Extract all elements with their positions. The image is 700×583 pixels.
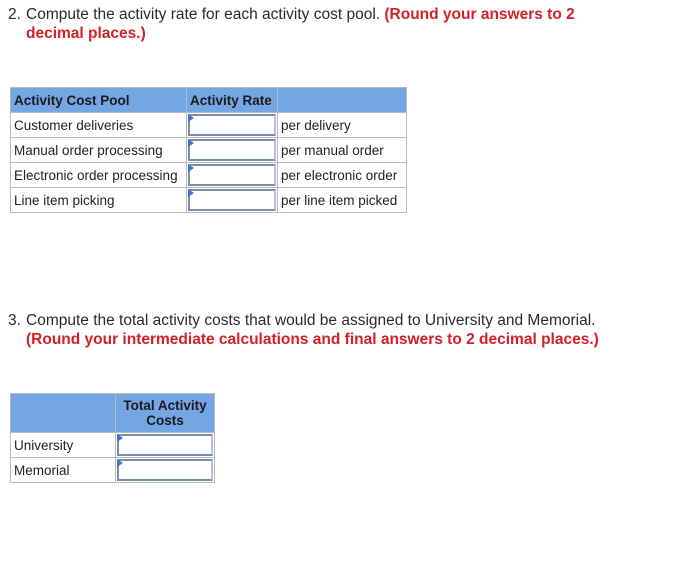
question-3-text: Compute the total activity costs that wo… xyxy=(26,312,596,329)
question-3-instruction: (Round your intermediate calculations an… xyxy=(26,331,599,348)
input-flag-icon xyxy=(188,114,194,122)
table-row: Customer deliveries per delivery xyxy=(10,112,407,138)
input-flag-icon xyxy=(188,164,194,172)
question-2-instruction: (Round your answers to 2 xyxy=(384,6,575,23)
table-row: University xyxy=(10,432,215,458)
question-2-text: Compute the activity rate for each activ… xyxy=(26,6,381,23)
customer-label: University xyxy=(10,432,116,458)
table-header-row: Total Activity Costs xyxy=(10,393,215,433)
activity-rate-input-line-item-picking[interactable] xyxy=(188,189,276,211)
table-header-row: Activity Cost Pool Activity Rate xyxy=(10,87,407,113)
pool-label: Manual order processing xyxy=(10,137,187,163)
unit-label: per delivery xyxy=(277,112,407,138)
input-flag-icon xyxy=(117,459,123,467)
pool-label: Line item picking xyxy=(10,187,187,213)
unit-label: per electronic order xyxy=(277,162,407,188)
table-row: Line item picking per line item picked xyxy=(10,187,407,213)
header-activity-rate: Activity Rate xyxy=(186,87,278,113)
pool-label: Customer deliveries xyxy=(10,112,187,138)
table-row: Electronic order processing per electron… xyxy=(10,162,407,188)
table-row: Memorial xyxy=(10,457,215,483)
question-3: 3. Compute the total activity costs that … xyxy=(8,311,688,349)
activity-rate-input-customer-deliveries[interactable] xyxy=(188,114,276,136)
question-2-number: 2. xyxy=(8,6,21,23)
unit-label: per manual order xyxy=(277,137,407,163)
total-cost-input-university[interactable] xyxy=(117,434,213,456)
question-2-instruction-cont: decimal places.) xyxy=(26,25,146,42)
input-flag-icon xyxy=(188,139,194,147)
total-cost-input-memorial[interactable] xyxy=(117,459,213,481)
activity-rate-table: Activity Cost Pool Activity Rate Custome… xyxy=(10,87,407,213)
header-blank xyxy=(10,393,116,433)
activity-rate-input-electronic-order-processing[interactable] xyxy=(188,164,276,186)
header-activity-cost-pool: Activity Cost Pool xyxy=(10,87,187,113)
customer-label: Memorial xyxy=(10,457,116,483)
input-flag-icon xyxy=(117,434,123,442)
input-flag-icon xyxy=(188,189,194,197)
pool-label: Electronic order processing xyxy=(10,162,187,188)
total-activity-costs-table: Total Activity Costs University Memorial xyxy=(10,393,215,483)
activity-rate-input-manual-order-processing[interactable] xyxy=(188,139,276,161)
unit-label: per line item picked xyxy=(277,187,407,213)
header-total-activity-costs: Total Activity Costs xyxy=(115,393,215,433)
table-row: Manual order processing per manual order xyxy=(10,137,407,163)
question-3-number: 3. xyxy=(8,312,21,329)
header-unit xyxy=(277,87,407,113)
question-2: 2. Compute the activity rate for each act… xyxy=(8,5,668,43)
